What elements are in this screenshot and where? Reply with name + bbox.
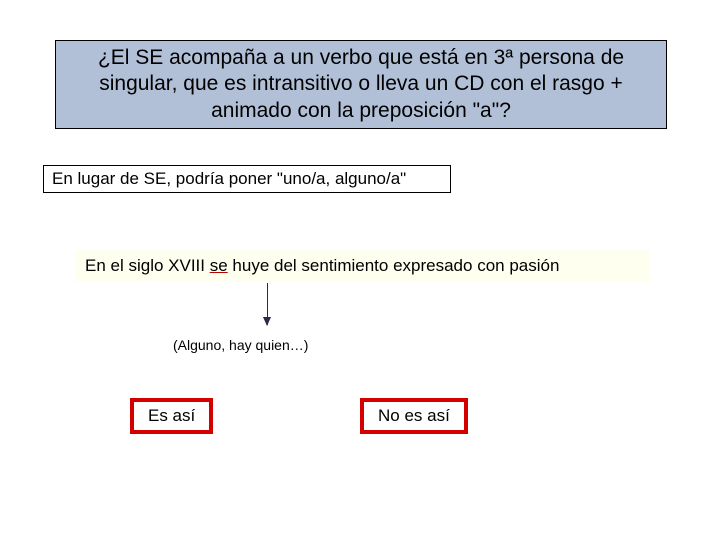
yes-button[interactable]: Es así bbox=[130, 398, 213, 434]
example-highlight: se bbox=[210, 256, 228, 275]
example-prefix: En el siglo XVIII bbox=[85, 256, 210, 275]
question-text: ¿El SE acompaña a un verbo que está en 3… bbox=[98, 46, 624, 122]
substitution-rule-box: En lugar de SE, podría poner "uno/a, alg… bbox=[43, 165, 451, 193]
no-button-label: No es así bbox=[378, 406, 450, 425]
question-box: ¿El SE acompaña a un verbo que está en 3… bbox=[55, 40, 667, 129]
example-suffix: huye del sentimiento expresado con pasió… bbox=[228, 256, 560, 275]
yes-button-label: Es así bbox=[148, 406, 195, 425]
arrow-down-icon bbox=[267, 283, 268, 325]
substitution-rule-text: En lugar de SE, podría poner "uno/a, alg… bbox=[52, 169, 406, 188]
hint-text: (Alguno, hay quien…) bbox=[173, 337, 308, 353]
no-button[interactable]: No es así bbox=[360, 398, 468, 434]
example-sentence: En el siglo XVIII se huye del sentimient… bbox=[75, 250, 650, 282]
